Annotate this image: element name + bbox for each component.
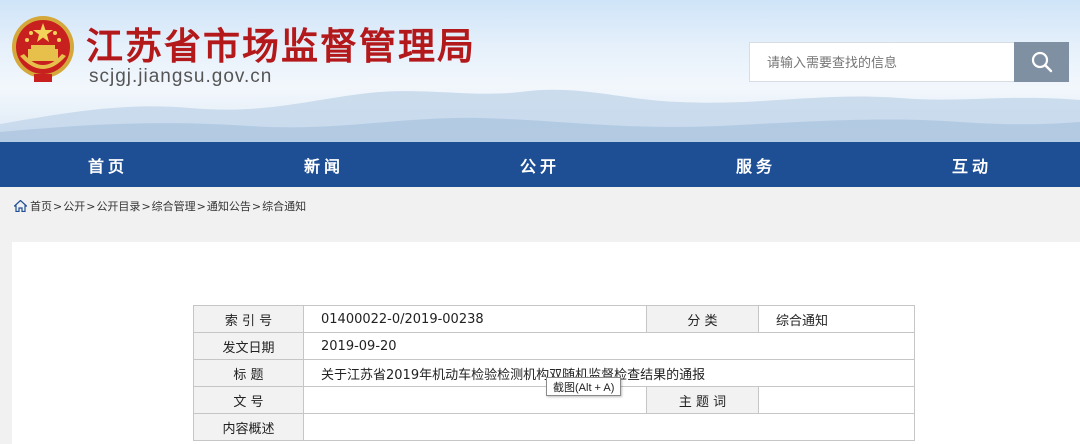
site-header: 江苏省市场监督管理局 scjgj.jiangsu.gov.cn [0,0,1080,142]
search-icon [1031,51,1052,73]
breadcrumb-separator: > [196,199,206,213]
table-row: 索 引 号 01400022-0/2019-00238 分 类 综合通知 [193,305,915,333]
breadcrumb-public-catalog[interactable]: 公开目录 [96,198,140,214]
summary-value [303,413,915,441]
home-icon [14,200,27,212]
issue-date-label: 发文日期 [193,332,304,360]
table-row: 发文日期 2019-09-20 [193,332,915,360]
breadcrumb-notices[interactable]: 通知公告 [207,198,251,214]
breadcrumb-separator: > [53,199,63,213]
summary-label: 内容概述 [193,413,304,441]
site-title: 江苏省市场监督管理局 [86,24,476,68]
table-row: 内容概述 [193,413,915,441]
issue-date-value: 2019-09-20 [303,332,915,360]
doc-number-label: 文 号 [193,386,304,414]
main-nav: 首页 新闻 公开 服务 互动 [0,142,1080,187]
breadcrumb-separator: > [86,199,96,213]
breadcrumb-general-management[interactable]: 综合管理 [152,198,196,214]
nav-item-interact[interactable]: 互动 [864,142,1080,187]
screenshot-tooltip: 截图(Alt + A) [546,377,622,396]
nav-item-public[interactable]: 公开 [432,142,648,187]
category-label: 分 类 [646,305,759,333]
search-button[interactable] [1014,42,1069,82]
breadcrumb-separator: > [141,199,151,213]
index-number-value: 01400022-0/2019-00238 [303,305,647,333]
doc-title-label: 标 题 [193,359,304,387]
index-number-label: 索 引 号 [193,305,304,333]
breadcrumb-home[interactable]: 首页 [30,198,52,214]
nav-item-service[interactable]: 服务 [648,142,864,187]
breadcrumb: 首页 > 公开 > 公开目录 > 综合管理 > 通知公告 > 综合通知 [14,197,306,215]
nav-item-home[interactable]: 首页 [0,142,216,187]
category-value: 综合通知 [758,305,915,333]
search-input[interactable] [749,42,1014,82]
breadcrumb-separator: > [251,199,262,213]
national-emblem-icon [12,16,74,82]
breadcrumb-public[interactable]: 公开 [63,198,85,214]
breadcrumb-general-notice[interactable]: 综合通知 [262,198,306,214]
nav-item-news[interactable]: 新闻 [216,142,432,187]
keywords-label: 主 题 词 [646,386,759,414]
site-domain: scjgj.jiangsu.gov.cn [89,66,273,87]
document-meta-table: 索 引 号 01400022-0/2019-00238 分 类 综合通知 发文日… [193,305,915,441]
keywords-value [758,386,915,414]
